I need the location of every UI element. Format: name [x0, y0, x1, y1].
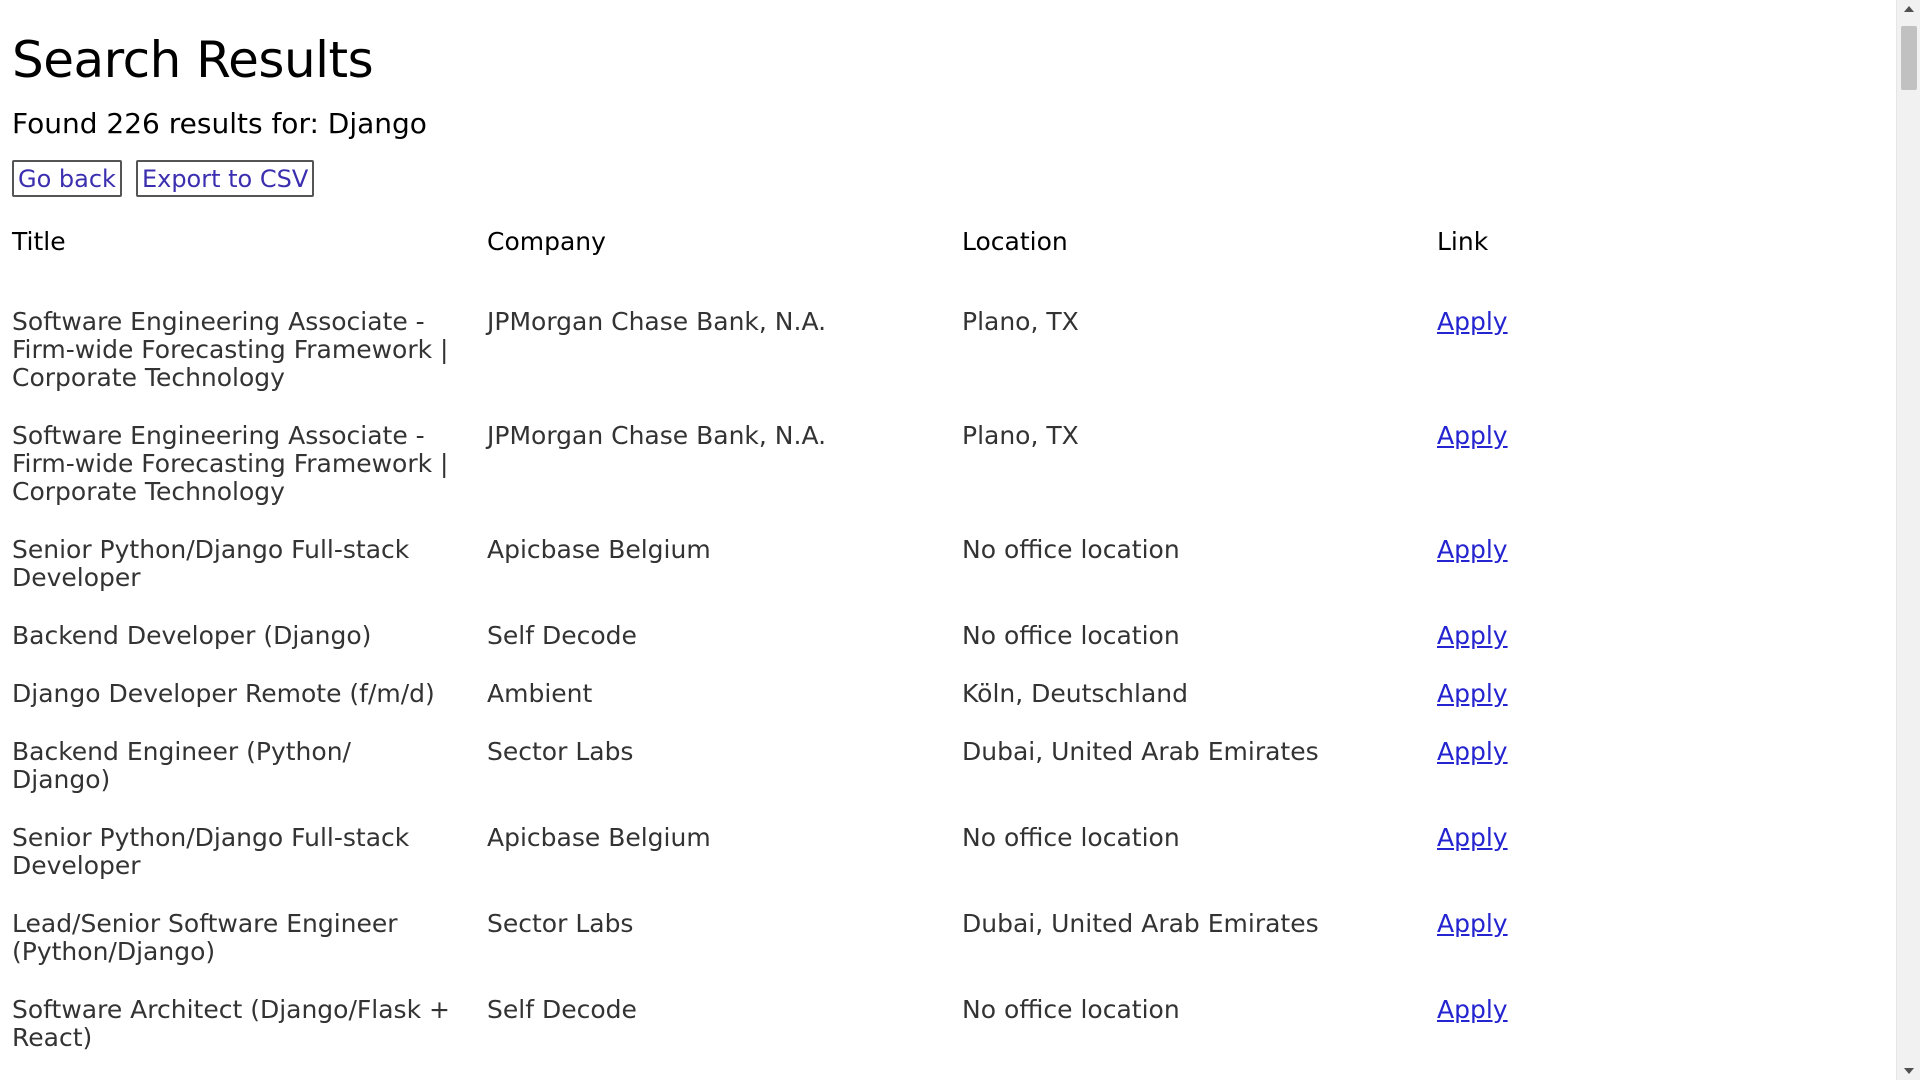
link-cell: Apply	[1437, 738, 1912, 824]
location-cell: Dubai, United Arab Emirates	[962, 737, 1319, 766]
table-row: Senior Python/Django Full-stack Develope…	[12, 824, 1912, 910]
company-cell: Sector Labs	[487, 909, 634, 938]
apply-link[interactable]: Apply	[1437, 307, 1508, 336]
company-cell: JPMorgan Chase Bank, N.A.	[487, 421, 827, 450]
link-cell: Apply	[1437, 996, 1912, 1080]
apply-link[interactable]: Apply	[1437, 823, 1508, 852]
company-cell: Ambient	[487, 679, 593, 708]
scroll-thumb[interactable]	[1901, 26, 1917, 90]
job-title-cell: Senior Python/Django Full-stack Develope…	[12, 823, 410, 880]
job-title-cell: Software Engineering Associate - Firm-wi…	[12, 421, 449, 506]
link-cell: Apply	[1437, 536, 1912, 622]
apply-link[interactable]: Apply	[1437, 421, 1508, 450]
apply-link[interactable]: Apply	[1437, 679, 1508, 708]
table-row: Senior Python/Django Full-stack Develope…	[12, 536, 1912, 622]
location-cell: No office location	[962, 823, 1180, 852]
table-row: Backend Developer (Django) Self Decode No …	[12, 622, 1912, 680]
table-row: Django Developer Remote (f/m/d) Ambient Kö…	[12, 680, 1912, 738]
browser-viewport: Search Results Found 226 results for: Dj…	[0, 0, 1920, 1080]
apply-link[interactable]: Apply	[1437, 909, 1508, 938]
page-content: Search Results Found 226 results for: Dj…	[12, 0, 1892, 1080]
location-cell: Plano, TX	[962, 307, 1079, 336]
link-cell: Apply	[1437, 308, 1912, 422]
column-header-title: Title	[12, 227, 66, 256]
job-title-cell: Backend Engineer (Python/ Django)	[12, 737, 351, 794]
company-cell: Self Decode	[487, 621, 637, 650]
vertical-scrollbar[interactable]	[1896, 0, 1920, 1080]
link-cell: Apply	[1437, 824, 1912, 910]
results-table-header: Title Company Location Link	[12, 221, 1912, 308]
table-row: Software Architect (Django/Flask + React…	[12, 996, 1912, 1080]
company-cell: Apicbase Belgium	[487, 535, 711, 564]
location-cell: Dubai, United Arab Emirates	[962, 909, 1319, 938]
column-header-location: Location	[962, 227, 1068, 256]
results-table-body: Software Engineering Associate - Firm-wi…	[12, 308, 1912, 1080]
company-cell: Sector Labs	[487, 737, 634, 766]
job-title-cell: Django Developer Remote (f/m/d)	[12, 679, 435, 708]
results-summary: Found 226 results for: Django	[12, 107, 427, 140]
job-title-cell: Software Architect (Django/Flask + React…	[12, 995, 450, 1052]
scroll-up-arrow-icon[interactable]	[1904, 6, 1914, 12]
table-row: Backend Engineer (Python/ Django) Sector …	[12, 738, 1912, 824]
table-row: Software Engineering Associate - Firm-wi…	[12, 308, 1912, 422]
apply-link[interactable]: Apply	[1437, 995, 1508, 1024]
location-cell: Plano, TX	[962, 421, 1079, 450]
action-bar: Go back Export to CSV	[12, 160, 1892, 197]
job-title-cell: Backend Developer (Django)	[12, 621, 372, 650]
company-cell: Apicbase Belgium	[487, 823, 711, 852]
go-back-button[interactable]: Go back	[12, 160, 122, 197]
location-cell: No office location	[962, 995, 1180, 1024]
header-row: Title Company Location Link	[12, 221, 1912, 308]
table-row: Software Engineering Associate - Firm-wi…	[12, 422, 1912, 536]
link-cell: Apply	[1437, 422, 1912, 536]
page-title: Search Results	[12, 31, 374, 89]
column-header-link: Link	[1437, 227, 1489, 256]
apply-link[interactable]: Apply	[1437, 737, 1508, 766]
apply-link[interactable]: Apply	[1437, 535, 1508, 564]
location-cell: No office location	[962, 621, 1180, 650]
export-csv-button[interactable]: Export to CSV	[135, 160, 315, 197]
table-row: Lead/Senior Software Engineer (Python/Dj…	[12, 910, 1912, 996]
job-title-cell: Senior Python/Django Full-stack Develope…	[12, 535, 410, 592]
location-cell: No office location	[962, 535, 1180, 564]
job-title-cell: Software Engineering Associate - Firm-wi…	[12, 307, 449, 392]
link-cell: Apply	[1437, 680, 1912, 738]
scroll-down-arrow-icon[interactable]	[1904, 1068, 1914, 1074]
link-cell: Apply	[1437, 910, 1912, 996]
apply-link[interactable]: Apply	[1437, 621, 1508, 650]
column-header-company: Company	[487, 227, 606, 256]
location-cell: Köln, Deutschland	[962, 679, 1189, 708]
link-cell: Apply	[1437, 622, 1912, 680]
job-title-cell: Lead/Senior Software Engineer (Python/Dj…	[12, 909, 398, 966]
results-table: Title Company Location Link Software Eng…	[12, 221, 1912, 1080]
company-cell: JPMorgan Chase Bank, N.A.	[487, 307, 827, 336]
company-cell: Self Decode	[487, 995, 637, 1024]
